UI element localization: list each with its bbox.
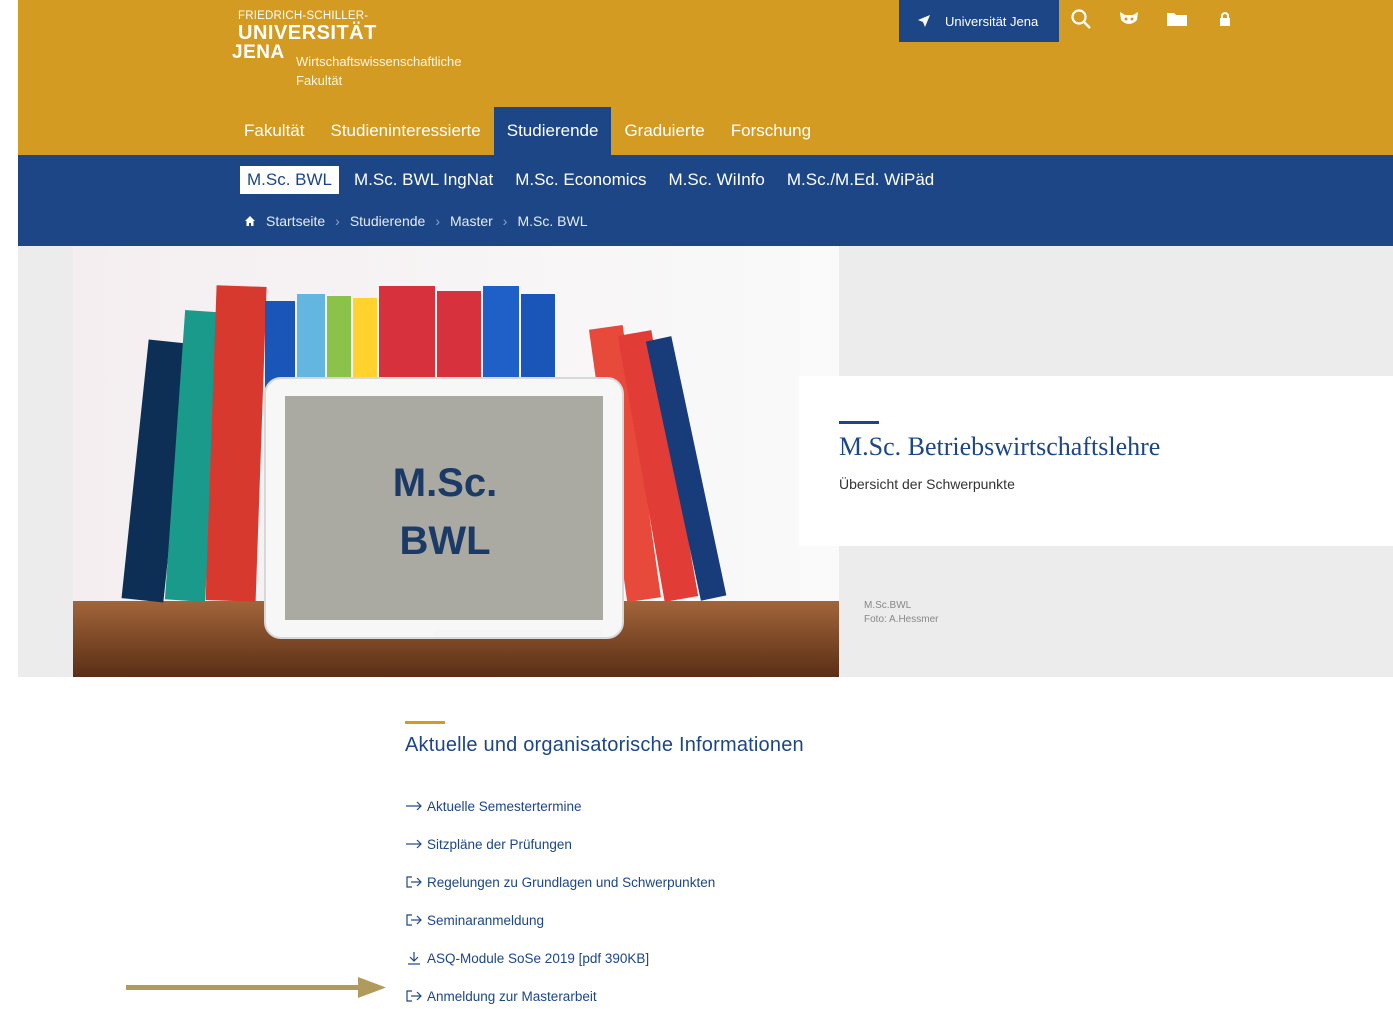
universitaet-jena-button[interactable]: Universität Jena [899,0,1059,42]
location-arrow-icon [918,15,930,27]
link-seminaranmeldung[interactable]: Seminaranmeldung [405,901,804,939]
link-label: Sitzpläne der Prüfungen [427,836,572,852]
breadcrumb-studierende[interactable]: Studierende [350,213,426,229]
title-accent-bar [839,421,879,424]
logo-line2: UNIVERSITÄT [238,22,377,44]
breadcrumb-separator-icon: › [435,213,440,229]
search-icon[interactable] [1070,8,1092,30]
program-tabs: M.Sc. BWL M.Sc. BWL IngNat M.Sc. Economi… [240,166,941,194]
folder-icon[interactable] [1166,8,1188,30]
link-anmeldung-masterarbeit[interactable]: Anmeldung zur Masterarbeit [405,977,804,1009]
lock-icon[interactable] [1214,8,1236,30]
tablet-text-line2: BWL [399,519,490,563]
photo-credit-line2: Foto: A.Hessmer [864,614,939,625]
faculty-line2: Fakultät [296,73,343,88]
info-section: Aktuelle und organisatorische Informatio… [405,721,804,1009]
arrow-right-icon [406,801,422,811]
nav-fakultaet[interactable]: Fakultät [231,107,317,155]
university-logo[interactable]: FRIEDRICH-SCHILLER- UNIVERSITÄT JENA Wir… [232,10,461,88]
link-sitzplaene-pruefungen[interactable]: Sitzpläne der Prüfungen [405,825,804,863]
breadcrumb-msc-bwl: M.Sc. BWL [517,213,588,229]
link-label: Anmeldung zur Masterarbeit [427,988,597,1004]
sub-navigation: M.Sc. BWL M.Sc. BWL IngNat M.Sc. Economi… [18,155,1393,246]
external-link-icon [406,876,422,888]
external-link-icon [406,914,422,926]
nav-studierende[interactable]: Studierende [493,107,612,155]
breadcrumb-separator-icon: › [502,213,508,229]
hero-section: M.Sc. BWL M.Sc. Betriebswirtschaftslehre… [18,246,1393,677]
breadcrumb-master[interactable]: Master [450,213,493,229]
link-asq-module-pdf[interactable]: ASQ-Module SoSe 2019 [pdf 390KB] [405,939,804,977]
link-aktuelle-semestertermine[interactable]: Aktuelle Semestertermine [405,787,804,825]
nav-studieninteressierte[interactable]: Studieninteressierte [317,107,493,155]
home-icon [245,216,255,226]
cat-mascot-icon[interactable] [1118,8,1140,30]
photo-credit-line1: M.Sc.BWL [864,600,912,611]
hero-image: M.Sc. BWL [73,246,839,677]
page-title: M.Sc. Betriebswirtschaftslehre [839,432,1161,461]
link-label: Regelungen zu Grundlagen und Schwerpunkt… [427,874,716,890]
tablet-text-line1: M.Sc. [393,461,497,505]
tab-msc-med-wipaed[interactable]: M.Sc./M.Ed. WiPäd [780,166,941,194]
universitaet-jena-label: Universität Jena [945,13,1039,29]
link-label: Aktuelle Semestertermine [427,798,582,814]
section-heading: Aktuelle und organisatorische Informatio… [405,734,804,756]
photo-credit: M.Sc.BWL Foto: A.Hessmer [864,599,938,627]
breadcrumb: Startseite › Studierende › Master › M.Sc… [244,213,587,229]
faculty-name: Wirtschaftswissenschaftliche Fakultät [296,52,461,90]
annotation-arrow-icon [126,977,386,998]
arrow-right-icon [406,839,422,849]
breadcrumb-separator-icon: › [335,213,340,229]
nav-forschung[interactable]: Forschung [718,107,824,155]
hero-title-card: M.Sc. Betriebswirtschaftslehre Übersicht… [799,376,1393,546]
tab-msc-economics[interactable]: M.Sc. Economics [508,166,653,194]
section-accent-bar [405,721,445,724]
download-icon [408,952,420,965]
link-label: ASQ-Module SoSe 2019 [pdf 390KB] [427,950,650,966]
page-subtitle: Übersicht der Schwerpunkte [839,476,1015,492]
nav-graduierte[interactable]: Graduierte [611,107,717,155]
faculty-line1: Wirtschaftswissenschaftliche [296,54,462,69]
info-links: Aktuelle Semestertermine Sitzpläne der P… [405,787,804,1009]
external-link-icon [406,990,422,1002]
tab-msc-wiinfo[interactable]: M.Sc. WiInfo [662,166,772,194]
tab-msc-bwl-ingnat[interactable]: M.Sc. BWL IngNat [347,166,500,194]
main-navigation: Fakultät Studieninteressierte Studierend… [231,107,824,155]
link-label: Seminaranmeldung [427,912,545,928]
link-regelungen-grundlagen[interactable]: Regelungen zu Grundlagen und Schwerpunkt… [405,863,804,901]
site-header: FRIEDRICH-SCHILLER- UNIVERSITÄT JENA Wir… [18,0,1393,155]
breadcrumb-startseite[interactable]: Startseite [266,213,325,229]
header-tools [1070,8,1236,30]
tab-msc-bwl[interactable]: M.Sc. BWL [240,166,340,194]
